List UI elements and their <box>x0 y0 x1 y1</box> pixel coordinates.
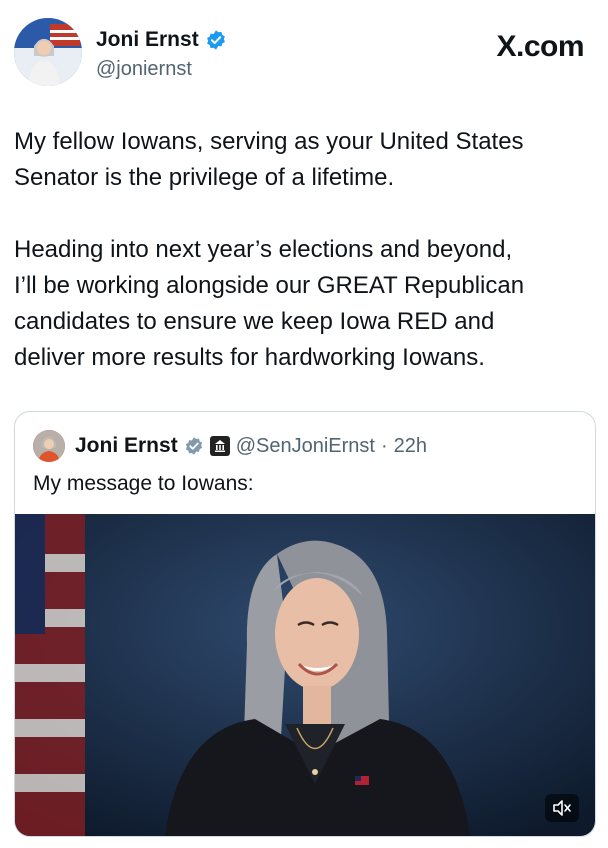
quoted-author-name[interactable]: Joni Ernst <box>75 434 178 458</box>
author-handle[interactable]: @joniernst <box>96 58 192 81</box>
verified-badge-icon <box>185 437 202 455</box>
quoted-tweet-time[interactable]: 22h <box>394 435 427 458</box>
government-badge-icon <box>209 436 230 456</box>
mute-button[interactable] <box>545 794 579 822</box>
tweet-text: My fellow Iowans, serving as your United… <box>14 128 525 371</box>
author-name[interactable]: Joni Ernst <box>96 28 199 52</box>
author-avatar[interactable] <box>14 18 82 86</box>
x-com-watermark: X.com <box>496 30 584 63</box>
video-player[interactable] <box>15 514 595 836</box>
quoted-tweet-text: My message to Iowans: <box>33 472 254 495</box>
quoted-tweet-card[interactable]: Joni Ernst @SenJoniErnst · 22h My messag… <box>14 411 596 837</box>
quoted-author-handle[interactable]: @SenJoniErnst <box>236 435 375 458</box>
verified-badge-icon <box>206 30 225 50</box>
quoted-tweet-header: Joni Ernst @SenJoniErnst · 22h <box>33 430 427 462</box>
mute-icon <box>553 800 571 816</box>
quoted-author-avatar[interactable] <box>33 430 65 462</box>
author-name-row: Joni Ernst <box>96 28 227 52</box>
dot-separator: · <box>380 434 388 457</box>
video-frame-image <box>15 514 595 836</box>
